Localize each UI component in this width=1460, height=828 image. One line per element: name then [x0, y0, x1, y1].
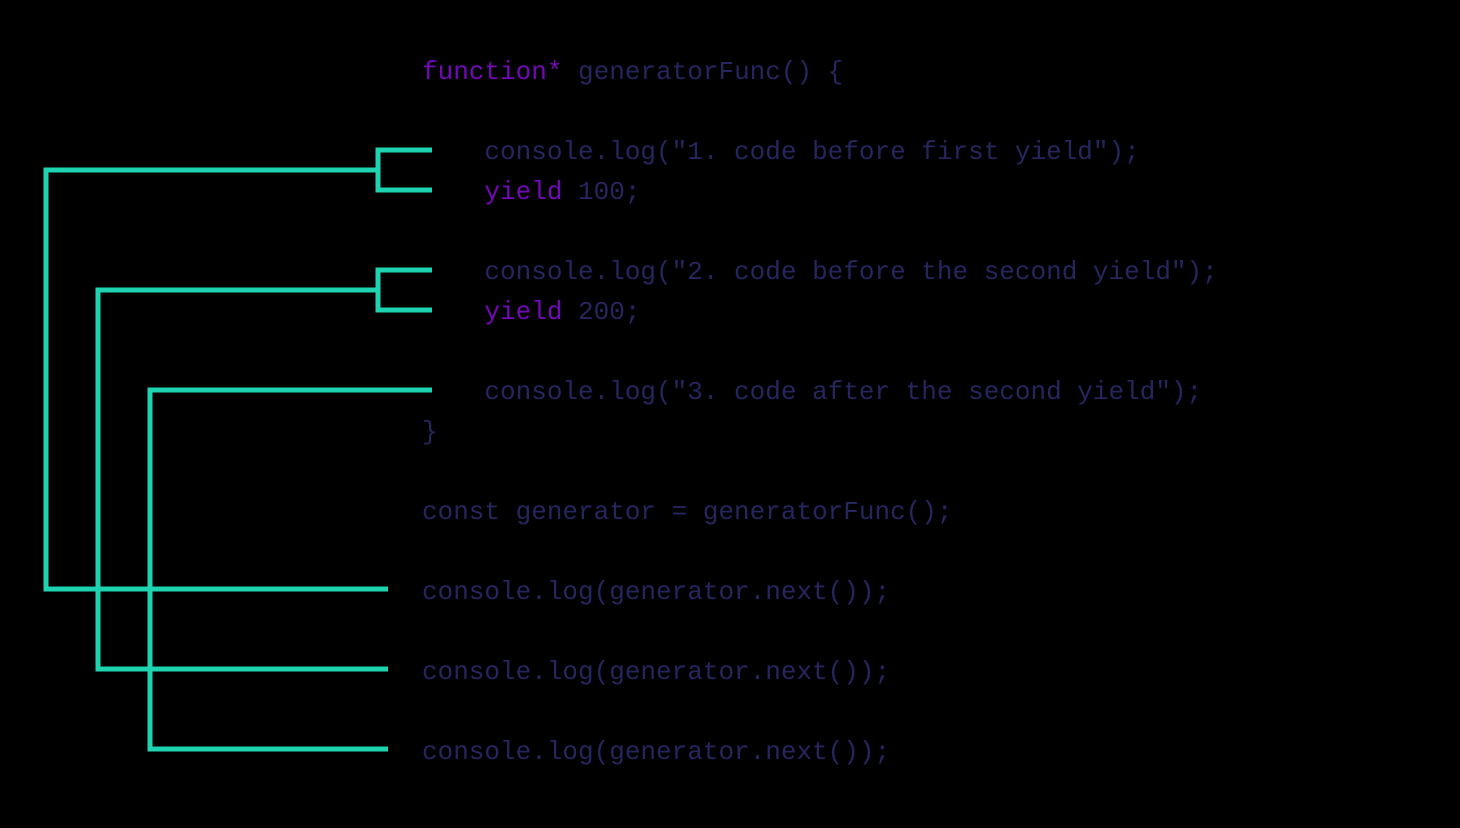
code-line: yield 100; — [422, 172, 1218, 212]
code-line — [422, 692, 1218, 732]
code-line: yield 200; — [422, 292, 1218, 332]
code-line: console.log(generator.next()); — [422, 572, 1218, 612]
code-line: function* generatorFunc() { — [422, 52, 1218, 92]
code-line — [422, 332, 1218, 372]
code-line — [422, 92, 1218, 132]
code-line: const generator = generatorFunc(); — [422, 492, 1218, 532]
code-line — [422, 532, 1218, 572]
code-line: console.log("2. code before the second y… — [422, 252, 1218, 292]
code-line: console.log("3. code after the second yi… — [422, 372, 1218, 412]
code-line — [422, 612, 1218, 652]
code-line: console.log("1. code before first yield"… — [422, 132, 1218, 172]
code-line: } — [422, 412, 1218, 452]
code-line: console.log(generator.next()); — [422, 652, 1218, 692]
code-line: console.log(generator.next()); — [422, 732, 1218, 772]
code-line — [422, 212, 1218, 252]
code-line — [422, 452, 1218, 492]
code-block: function* generatorFunc() { console.log(… — [422, 52, 1218, 772]
